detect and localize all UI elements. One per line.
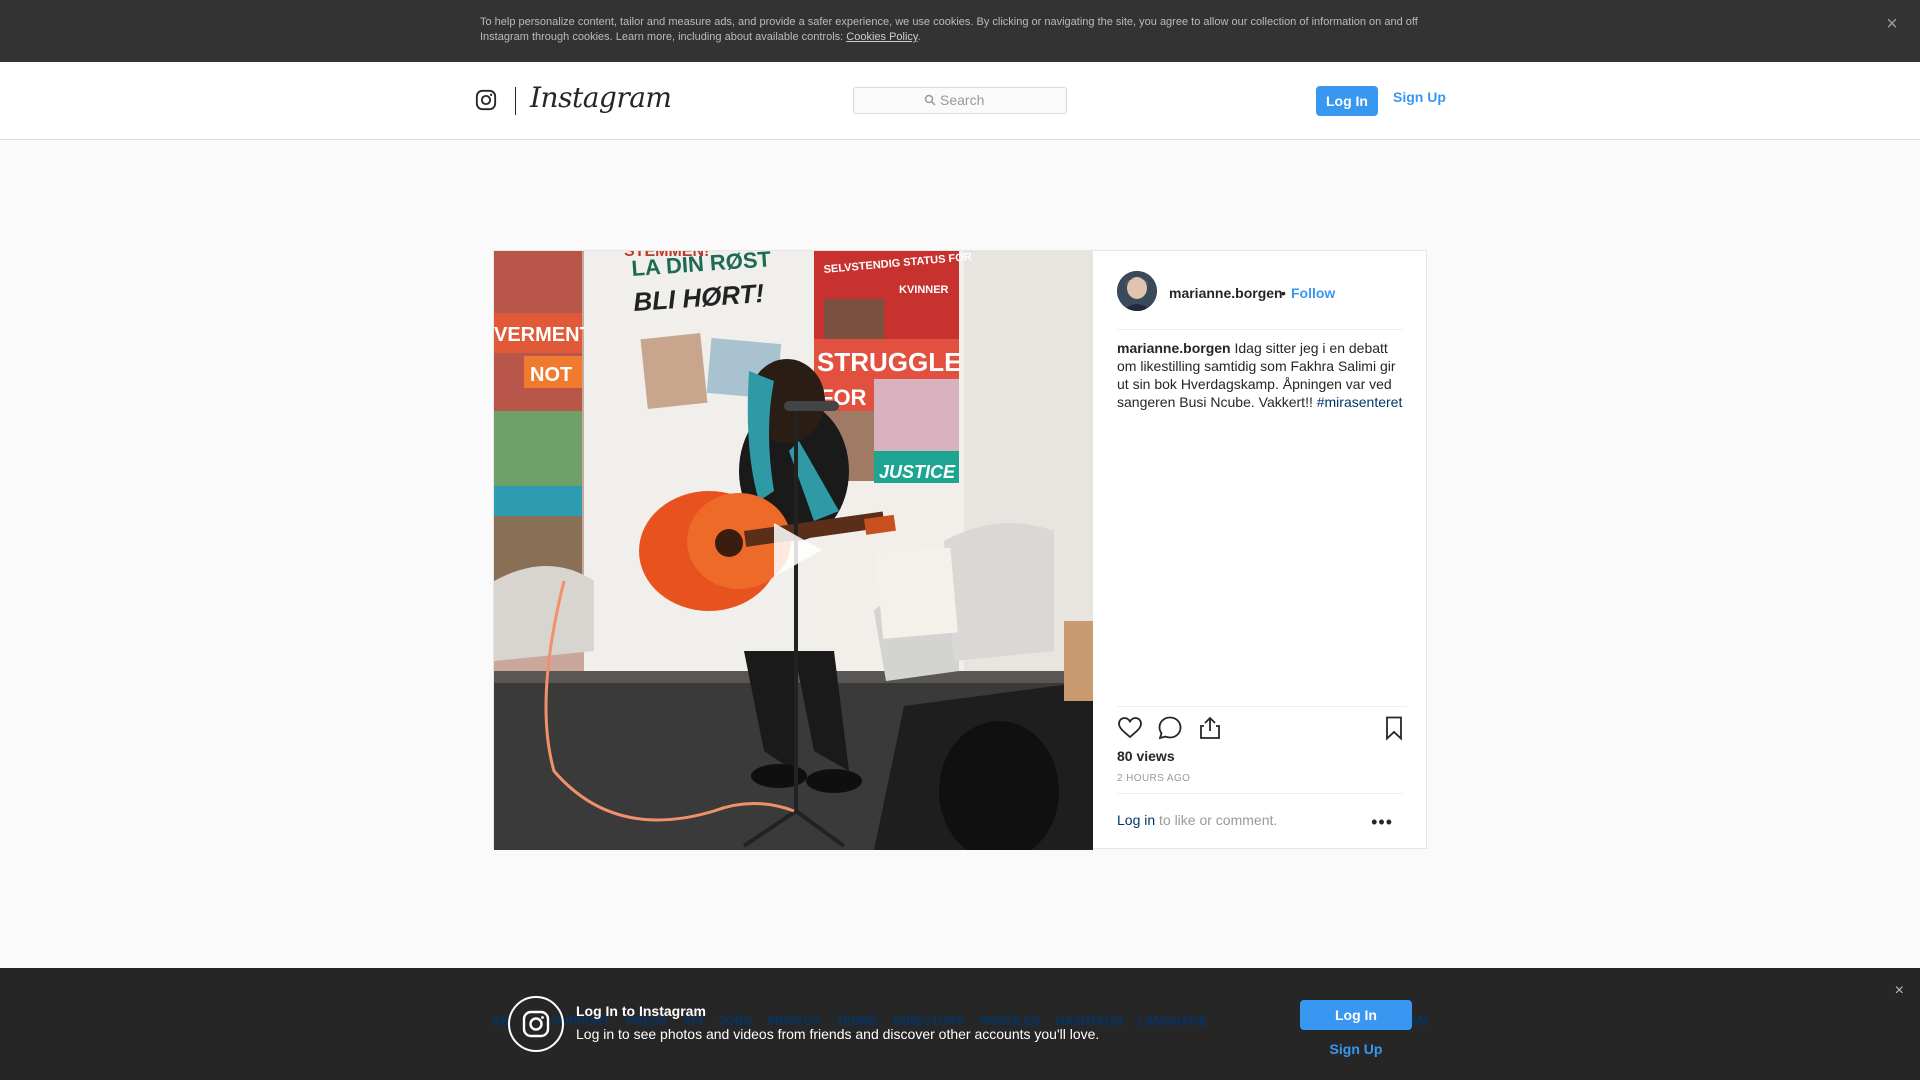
poster-justice: JUSTICE <box>879 462 956 482</box>
post-caption: marianne.borgen Idag sitter jeg i en deb… <box>1117 339 1407 411</box>
poster-not: NOT <box>530 364 572 386</box>
search-icon <box>924 94 936 106</box>
login-banner-title: Log In to Instagram <box>576 1003 706 1019</box>
instagram-wordmark[interactable]: Instagram <box>530 81 672 114</box>
post-timestamp[interactable]: 2 hours ago <box>1117 773 1190 784</box>
close-icon[interactable]: × <box>1895 982 1904 1000</box>
cookie-banner: To help personalize content, tailor and … <box>0 0 1920 62</box>
avatar[interactable] <box>1117 271 1157 311</box>
bookmark-icon[interactable] <box>1381 715 1407 741</box>
cookie-text: To help personalize content, tailor and … <box>480 15 1440 45</box>
follow-button[interactable]: Follow <box>1291 285 1335 301</box>
search-input[interactable]: Search <box>853 87 1067 114</box>
search-placeholder: Search <box>940 92 985 108</box>
share-icon[interactable] <box>1197 715 1223 741</box>
comment-icon[interactable] <box>1157 715 1183 741</box>
post-sidebar: marianne.borgen • Follow marianne.borgen… <box>1094 251 1427 850</box>
close-icon[interactable]: × <box>1882 14 1902 34</box>
banner-signup-link[interactable]: Sign Up <box>1300 1041 1412 1057</box>
instagram-glyph <box>522 1010 550 1038</box>
more-options-icon[interactable]: ••• <box>1371 812 1393 833</box>
poster-verment: VERMENT <box>494 324 592 346</box>
view-count[interactable]: 80 views <box>1117 748 1175 764</box>
top-navigation: Instagram Search Log In Sign Up <box>0 62 1920 140</box>
login-prompt-text: to like or comment. <box>1159 812 1278 828</box>
comment-login-row: Log in to like or comment. ••• <box>1117 793 1403 850</box>
post-video[interactable]: VERMENT NOT STEMMEN! LA DIN RØST BLI HØR… <box>494 251 1093 850</box>
caption-username[interactable]: marianne.borgen <box>1117 340 1231 356</box>
footer-partial-left: AB <box>492 1014 510 1028</box>
login-banner-subtitle: Log in to see photos and videos from fri… <box>576 1026 1100 1042</box>
post-header: marianne.borgen • Follow <box>1117 269 1403 330</box>
author-username[interactable]: marianne.borgen <box>1169 285 1283 301</box>
login-banner: SUPPORT PRESS API JOBS PRIVACY TERMS DIRECTORY… <box>0 968 1920 1080</box>
login-button[interactable]: Log In <box>1316 86 1378 116</box>
hashtag-link[interactable]: #mirasenteret <box>1317 394 1403 410</box>
instagram-glyph-icon[interactable] <box>475 89 497 111</box>
cookie-suffix: . <box>917 31 921 43</box>
avatar-image <box>1117 271 1157 311</box>
heart-icon[interactable] <box>1117 715 1143 741</box>
cookie-message: To help personalize content, tailor and … <box>480 16 1418 43</box>
logo-divider <box>515 87 516 115</box>
login-link[interactable]: Log in <box>1117 812 1155 828</box>
banner-login-button[interactable]: Log In <box>1300 1000 1412 1030</box>
separator-dot: • <box>1281 285 1286 301</box>
post-card: VERMENT NOT STEMMEN! LA DIN RØST BLI HØR… <box>493 250 1427 850</box>
signup-link[interactable]: Sign Up <box>1393 89 1446 105</box>
cookies-policy-link[interactable]: Cookies Policy <box>846 31 917 43</box>
play-icon[interactable] <box>762 517 828 583</box>
poster-kvinner: KVINNER <box>899 284 949 296</box>
instagram-logo-icon <box>508 996 564 1052</box>
poster-struggle: STRUGGLE <box>817 347 961 377</box>
footer-partial-right: AM <box>1409 1014 1428 1028</box>
footer-link[interactable]: LANGUAGE <box>1138 1014 1207 1028</box>
